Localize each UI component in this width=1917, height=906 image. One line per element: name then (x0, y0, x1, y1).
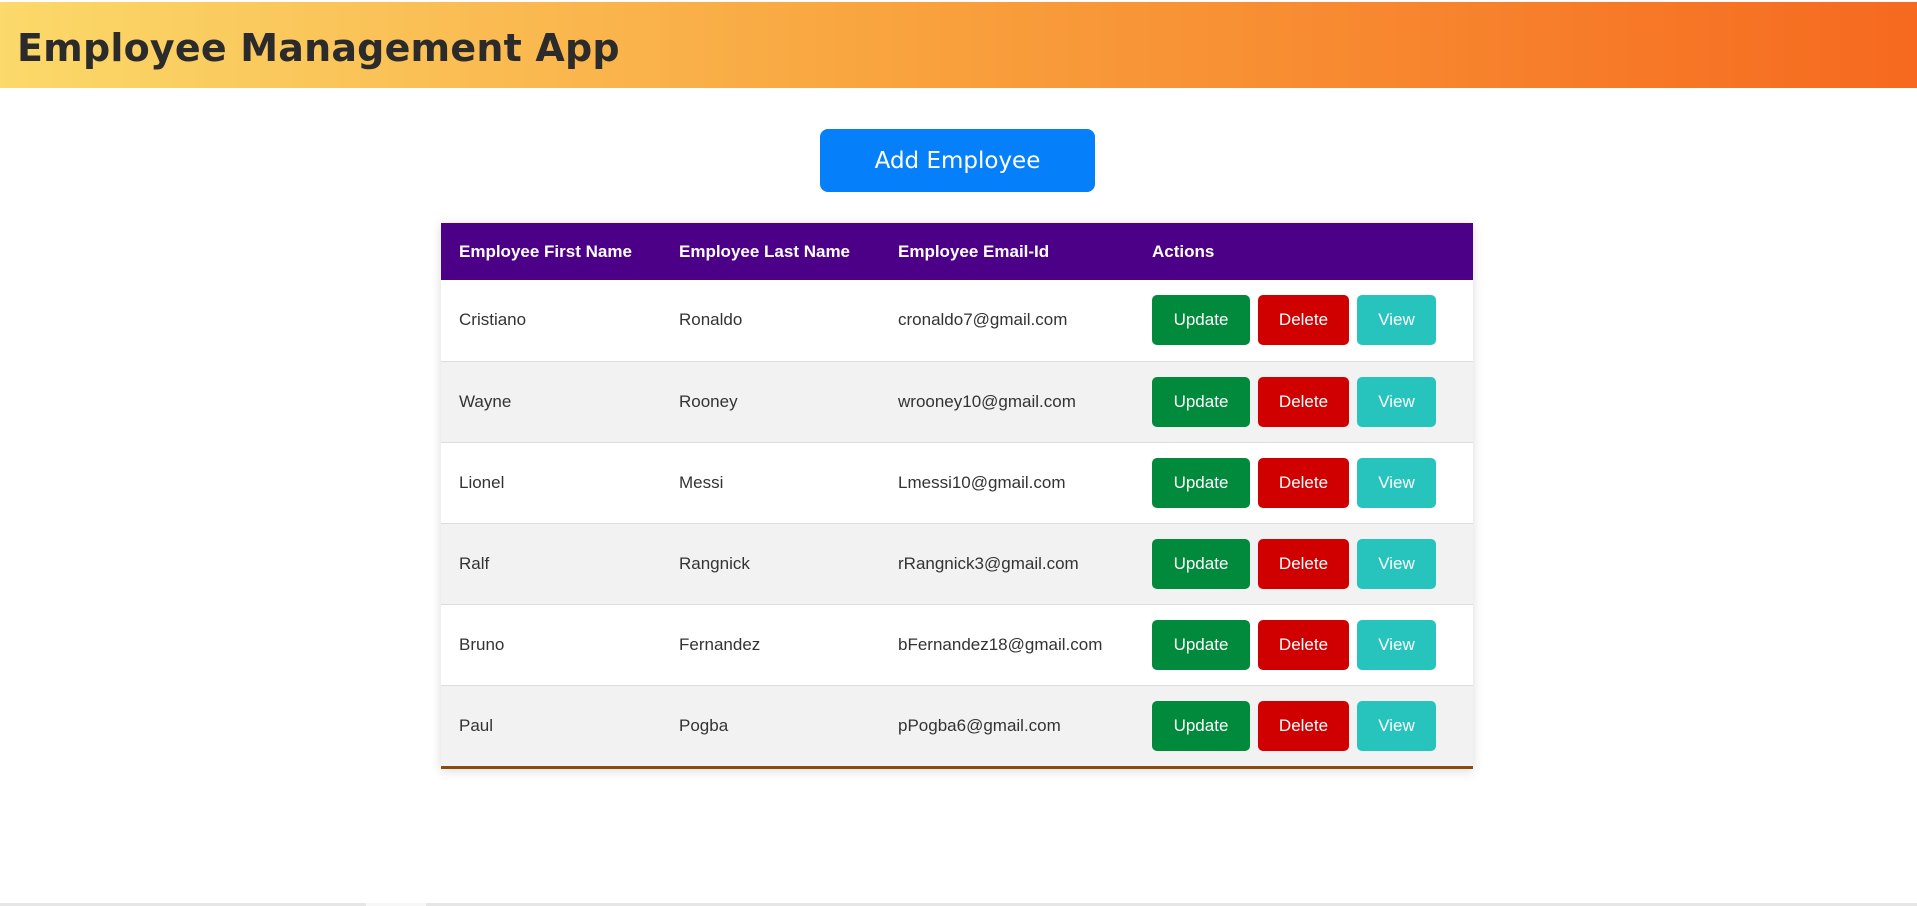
cell-email: pPogba6@gmail.com (898, 715, 1061, 735)
cell-last-name: Rangnick (679, 553, 750, 573)
column-header-last-name: Employee Last Name (679, 241, 851, 261)
table-row: Lionel Messi Lmessi10@gmail.com Update De… (441, 442, 1473, 523)
update-button[interactable]: Update (1152, 295, 1250, 346)
view-button[interactable]: View (1357, 295, 1436, 346)
cell-email: rRangnick3@gmail.com (898, 553, 1079, 573)
table-row: Wayne Rooney wrooney10@gmail.com Update D… (441, 361, 1473, 442)
cell-actions: Update Delete View (1134, 523, 1473, 604)
cell-email: cronaldo7@gmail.com (898, 310, 1068, 330)
cell-first-name: Cristiano (459, 310, 527, 330)
table-row: Ralf Rangnick rRangnick3@gmail.com Updat… (441, 523, 1473, 604)
table-row: Paul Pogba pPogba6@gmail.com Update Delet… (441, 685, 1473, 766)
update-button[interactable]: Update (1152, 376, 1250, 427)
delete-button[interactable]: Delete (1258, 619, 1349, 670)
update-button[interactable]: Update (1152, 700, 1250, 751)
view-button[interactable]: View (1357, 457, 1436, 508)
update-button[interactable]: Update (1152, 538, 1250, 589)
cell-first-name: Ralf (459, 553, 490, 573)
view-button[interactable]: View (1357, 619, 1436, 670)
update-button[interactable]: Update (1152, 457, 1250, 508)
delete-button[interactable]: Delete (1258, 295, 1349, 346)
cell-first-name: Bruno (459, 634, 505, 654)
cell-last-name: Rooney (679, 391, 738, 411)
view-button[interactable]: View (1357, 700, 1436, 751)
cell-last-name: Pogba (679, 715, 729, 735)
column-header-actions: Actions (1152, 241, 1215, 261)
cell-last-name: Messi (679, 472, 724, 492)
cell-email: Lmessi10@gmail.com (898, 472, 1066, 492)
cell-actions: Update Delete View (1134, 685, 1473, 766)
table-row: Bruno Fernandez bFernandez18@gmail.com U… (441, 604, 1473, 685)
delete-button[interactable]: Delete (1258, 538, 1349, 589)
cell-email: bFernandez18@gmail.com (898, 634, 1103, 654)
cell-email: wrooney10@gmail.com (898, 391, 1076, 411)
cell-actions: Update Delete View (1134, 361, 1473, 442)
cell-actions: Update Delete View (1134, 604, 1473, 685)
app-title: Employee Management App (17, 26, 620, 70)
app-header: Employee Management App (0, 2, 1917, 88)
update-button[interactable]: Update (1152, 619, 1250, 670)
cell-last-name: Ronaldo (679, 310, 743, 330)
delete-button[interactable]: Delete (1258, 700, 1349, 751)
employee-table: Employee First Name Employee Last Name E… (441, 223, 1473, 769)
table-header-row: Employee First Name Employee Last Name E… (441, 223, 1473, 280)
cell-actions: Update Delete View (1134, 442, 1473, 523)
cell-first-name: Paul (459, 715, 494, 735)
view-button[interactable]: View (1357, 538, 1436, 589)
cell-first-name: Lionel (459, 472, 505, 492)
table-row: Cristiano Ronaldo cronaldo7@gmail.com Up… (441, 280, 1473, 361)
cell-first-name: Wayne (459, 391, 512, 411)
column-header-email: Employee Email-Id (898, 241, 1050, 261)
cell-last-name: Fernandez (679, 634, 761, 654)
add-employee-button[interactable]: Add Employee (820, 129, 1095, 192)
column-header-first-name: Employee First Name (459, 241, 632, 261)
delete-button[interactable]: Delete (1258, 457, 1349, 508)
delete-button[interactable]: Delete (1258, 376, 1349, 427)
view-button[interactable]: View (1357, 376, 1436, 427)
cell-actions: Update Delete View (1134, 280, 1473, 361)
